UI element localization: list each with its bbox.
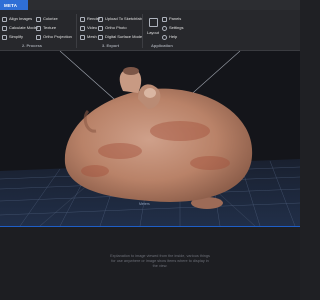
ortho-projection-button[interactable]: Ortho Projection [36, 34, 72, 40]
tab-meta[interactable]: META [0, 0, 28, 10]
panels-button[interactable]: Panels [162, 16, 181, 22]
settings-label: Settings [169, 25, 184, 30]
upload-icon [98, 16, 103, 22]
colorize-label: Colorize [43, 16, 58, 21]
help-icon [162, 34, 167, 40]
3d-viewport[interactable]: Meters [0, 51, 300, 226]
simplify-icon [2, 34, 7, 40]
photo-icon [98, 25, 103, 31]
ribbon-separator [142, 14, 143, 48]
layout-label: Layout [146, 30, 159, 35]
panels-icon [162, 16, 167, 22]
ortho-projection-label: Ortho Projection [43, 34, 72, 39]
application-group-title: Application [151, 43, 173, 48]
mesh-button[interactable]: Mesh [80, 34, 97, 40]
settings-button[interactable]: Settings [162, 25, 183, 31]
panels-label: Panels [169, 16, 182, 21]
digital-surface-model-label: Digital Surface Model [105, 34, 144, 39]
video-icon [80, 25, 85, 31]
ortho-photo-button[interactable]: Ortho Photo [98, 25, 127, 31]
mesh-label: Mesh [87, 34, 97, 39]
ribbon-toolbar: Align Images Calculate Model Simplify Co… [0, 10, 300, 51]
simplify-button[interactable]: Simplify [2, 34, 23, 40]
title-bar: META [0, 0, 300, 10]
upload-sketchfab-button[interactable]: Upload To Sketchfab [98, 16, 142, 22]
layout-button[interactable]: Layout [145, 18, 161, 42]
lower-panel: Explanation to image viewed from the ins… [0, 226, 300, 300]
help-label: Help [169, 34, 178, 39]
render-icon [80, 16, 85, 22]
viewport-scene [0, 51, 300, 226]
projection-icon [36, 34, 41, 40]
upload-sketchfab-label: Upload To Sketchfab [105, 16, 142, 21]
settings-icon [162, 25, 167, 31]
colorize-button[interactable]: Colorize [36, 16, 58, 22]
texture-icon [36, 25, 41, 31]
video-button[interactable]: Video [80, 25, 97, 31]
colorize-icon [36, 16, 41, 22]
calculate-model-button[interactable]: Calculate Model [2, 25, 38, 31]
ground-grid-label: Meters [139, 202, 150, 206]
digital-surface-model-button[interactable]: Digital Surface Model [98, 34, 143, 40]
align-images-button[interactable]: Align Images [2, 16, 32, 22]
export-group-title: 3. Export [102, 43, 120, 48]
mesh-icon [80, 34, 85, 40]
texture-button[interactable]: Texture [36, 25, 56, 31]
process-group-title: 2. Process [22, 43, 43, 48]
align-images-label: Align Images [9, 16, 33, 21]
layout-icon [148, 18, 158, 27]
simplify-label: Simplify [9, 34, 24, 39]
texture-label: Texture [43, 25, 57, 30]
cube-icon [2, 25, 7, 31]
ribbon-separator [76, 14, 77, 48]
calculate-model-label: Calculate Model [9, 25, 38, 30]
images-icon [2, 16, 7, 22]
panel-hint-text: Explanation to image viewed from the ins… [110, 254, 210, 268]
help-button[interactable]: Help [162, 34, 177, 40]
video-label: Video [87, 25, 98, 30]
3d-model-pot[interactable] [64, 67, 253, 209]
ortho-photo-label: Ortho Photo [105, 25, 127, 30]
dsm-icon [98, 34, 103, 40]
